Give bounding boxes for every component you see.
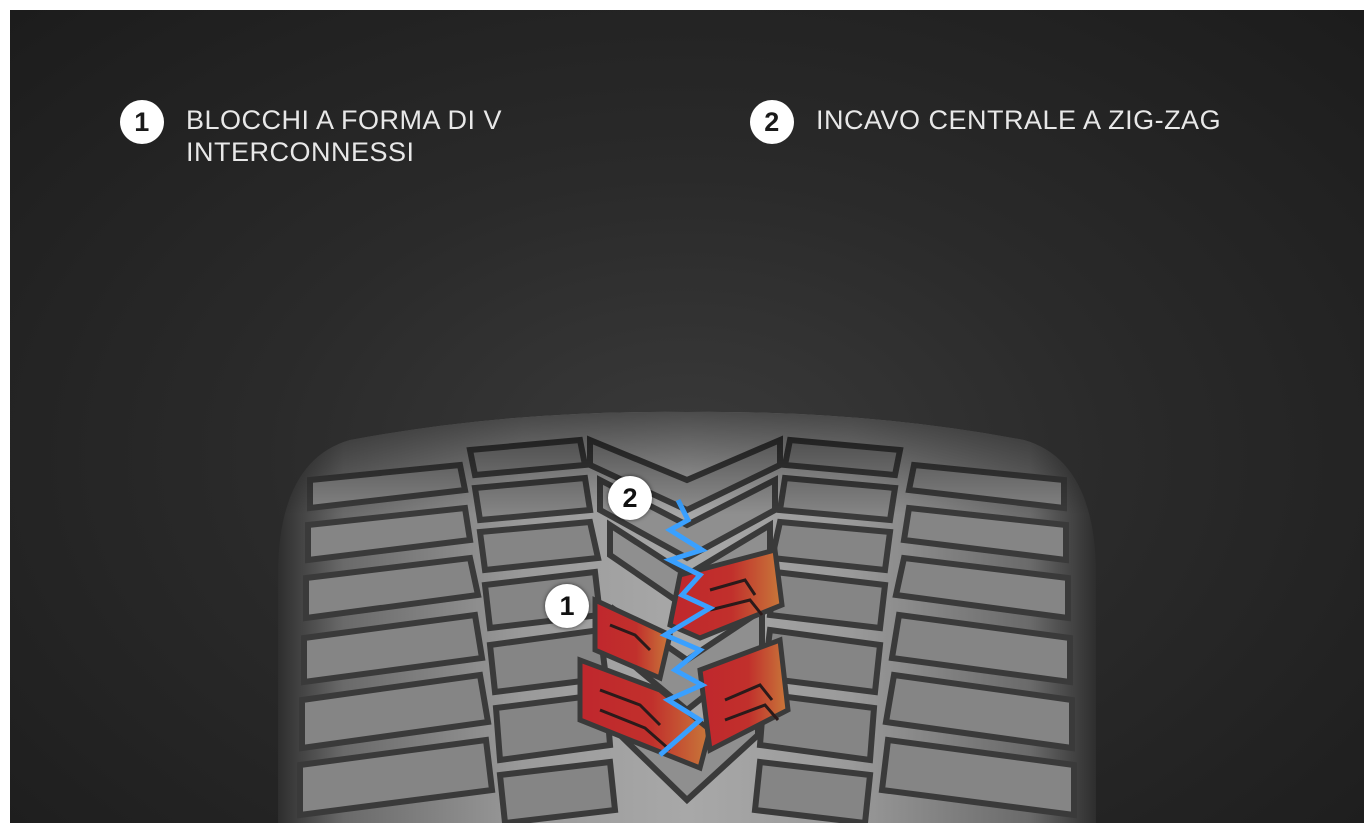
tire-tread-illustration bbox=[278, 411, 1096, 823]
video-frame: 1 BLOCCHI A FORMA DI V INTERCONNESSI 2 I… bbox=[10, 10, 1364, 823]
callout-badge-v-blocks: 1 bbox=[545, 584, 589, 628]
callout-badge-zigzag: 2 bbox=[608, 476, 652, 520]
